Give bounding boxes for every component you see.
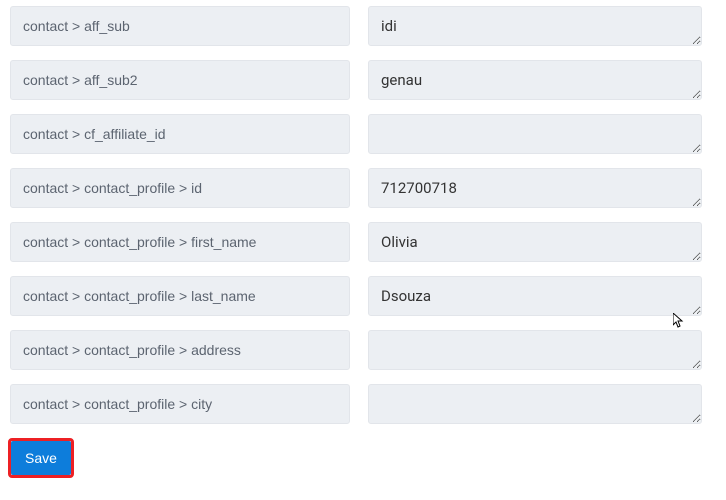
field-label	[10, 384, 350, 424]
save-button-highlight: Save	[8, 438, 74, 478]
field-label	[10, 222, 350, 262]
field-value-address[interactable]	[368, 330, 702, 370]
field-value-aff-sub[interactable]: idi	[368, 6, 702, 46]
field-value-cf-affiliate-id[interactable]	[368, 114, 702, 154]
field-value-city[interactable]	[368, 384, 702, 424]
fields-scroll-area[interactable]: idi genau 712700718 Olivia Dsouza	[0, 0, 712, 424]
field-label	[10, 114, 350, 154]
field-label	[10, 168, 350, 208]
field-value-profile-id[interactable]: 712700718	[368, 168, 702, 208]
field-label	[10, 330, 350, 370]
field-label	[10, 6, 350, 46]
field-value-last-name[interactable]: Dsouza	[368, 276, 702, 316]
save-button[interactable]: Save	[11, 441, 71, 475]
field-label	[10, 60, 350, 100]
field-value-aff-sub2[interactable]: genau	[368, 60, 702, 100]
field-label	[10, 276, 350, 316]
field-value-first-name[interactable]: Olivia	[368, 222, 702, 262]
